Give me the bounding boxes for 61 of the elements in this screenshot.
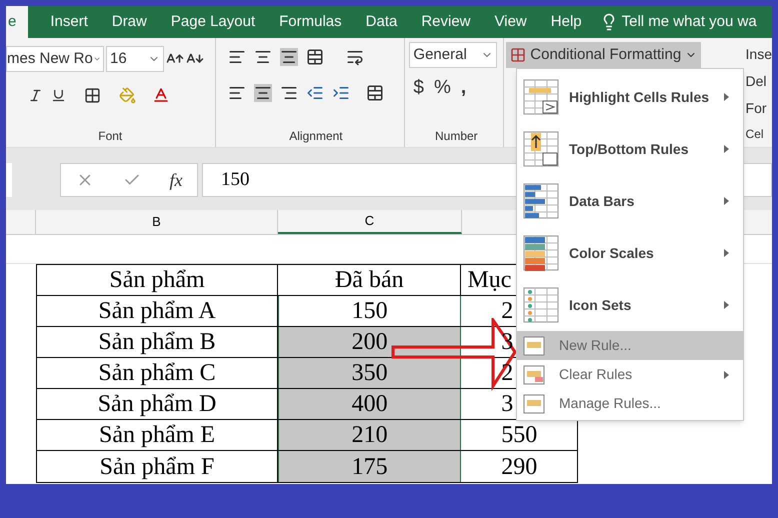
table-header-cell: Đã bán [278,265,462,295]
ribbon-tab[interactable]: Draw [100,6,159,38]
decrease-indent-icon[interactable] [306,84,324,102]
ribbon-tab[interactable]: e [6,6,28,38]
fill-color-icon[interactable] [119,86,136,104]
insert-cells-button[interactable]: Inse [746,44,772,65]
font-color-icon[interactable] [152,86,170,104]
font-name-dropdown[interactable]: mes New Ro [6,46,104,72]
cell-value: 550 [501,423,538,447]
table-cell: 175 [278,451,462,482]
ribbon-tab[interactable]: View [482,6,539,38]
conditional-formatting-button[interactable]: Conditional Formatting [506,42,702,68]
ribbon-tab[interactable]: Insert [38,6,100,38]
table-cell: 210 [278,420,462,450]
align-center-icon[interactable] [254,84,272,102]
wrap-text-icon[interactable] [346,48,364,66]
format-cells-button[interactable]: For [746,98,767,119]
table-cell: 150 [278,296,462,326]
ribbon-tab[interactable]: Data [354,6,410,38]
tell-me-search[interactable]: Tell me what you wa [622,10,757,34]
number-format-dropdown[interactable]: General [409,42,498,68]
ribbon-tab[interactable]: Formulas [267,6,354,38]
align-left-icon[interactable] [228,84,246,102]
menu-item[interactable]: Color Scales [517,227,743,279]
insert-function-button[interactable]: fx [170,166,182,194]
align-right-icon[interactable] [280,84,298,102]
cell-value: 2 [501,299,514,323]
group-label: Number [435,128,478,145]
column-header[interactable]: B [36,210,278,234]
table-cell: 350 [278,358,462,388]
bottom-align-icon[interactable] [280,48,298,66]
table-cell: 200 [278,327,462,357]
table-header-cell: Sản phẩm [37,265,278,295]
ribbon-tab[interactable]: Help [538,6,594,38]
currency-button[interactable]: $ [413,74,424,102]
table-cell: 400 [278,389,462,419]
borders-icon[interactable] [84,86,101,104]
column-header[interactable]: C [278,210,462,234]
ribbon-tab[interactable]: Review [409,6,483,38]
font-size-dropdown[interactable]: 16 [106,46,164,72]
cell-value: 290 [501,454,538,478]
menu-item[interactable]: Manage Rules... [517,389,743,418]
menu-item[interactable]: Icon Sets [517,279,743,331]
cell-value: 2 [501,361,514,385]
ribbon-tab[interactable]: Page Layout [158,6,268,38]
menu-item[interactable]: Highlight Cells Rules [517,71,743,123]
menu-item[interactable]: Clear Rules [517,360,743,389]
percent-button[interactable]: % [434,74,451,102]
table-header-cell-text: Mục [466,266,512,295]
group-label: Font [98,128,122,145]
table-grid-icon [510,47,526,63]
middle-align-icon[interactable] [254,48,272,66]
delete-cells-button[interactable]: Del [746,71,767,92]
group-label: Alignment [289,128,343,145]
top-align-icon[interactable] [228,48,246,66]
underline-icon[interactable] [51,88,66,102]
increase-indent-icon[interactable] [332,84,350,102]
italic-icon[interactable] [28,88,43,102]
cell-value: 3 [501,392,514,416]
comma-button[interactable]: , [460,74,466,102]
group-label: Cel [746,126,764,143]
